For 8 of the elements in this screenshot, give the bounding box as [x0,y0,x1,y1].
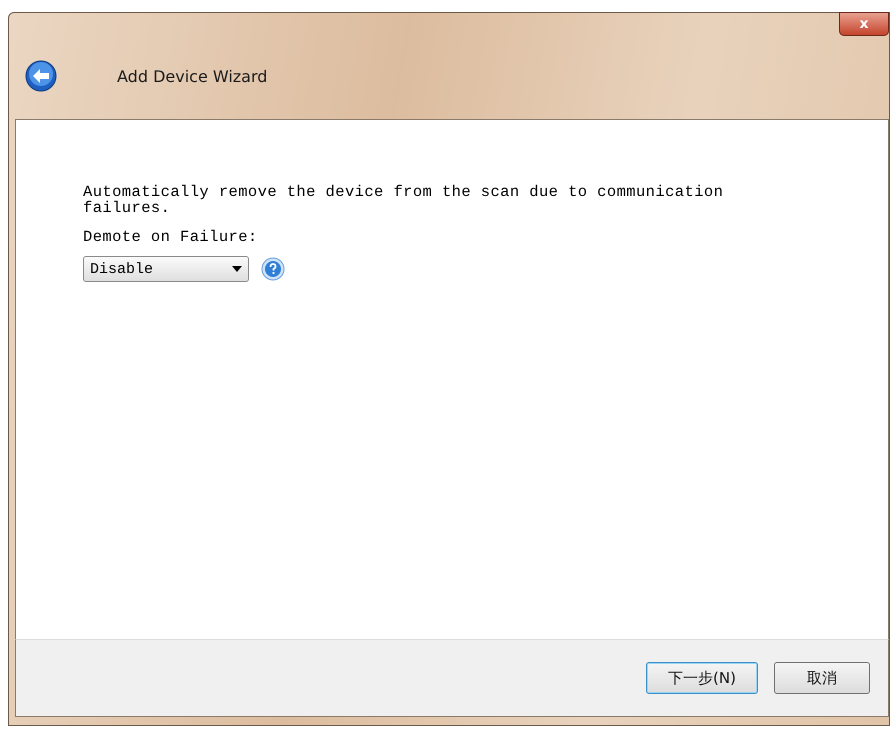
field-label: Demote on Failure: [83,228,259,246]
dropdown[interactable]: Disable [83,256,249,282]
help-icon[interactable] [261,257,285,281]
dialog-button[interactable]: 取消 [774,662,870,694]
window-title: Add Device Wizard [117,66,268,86]
caret-icon [232,266,242,272]
dialog-button[interactable]: 下一步(N) [646,662,758,694]
description-text: Automatically remove the device from the scan due to communication failures. [83,184,724,216]
